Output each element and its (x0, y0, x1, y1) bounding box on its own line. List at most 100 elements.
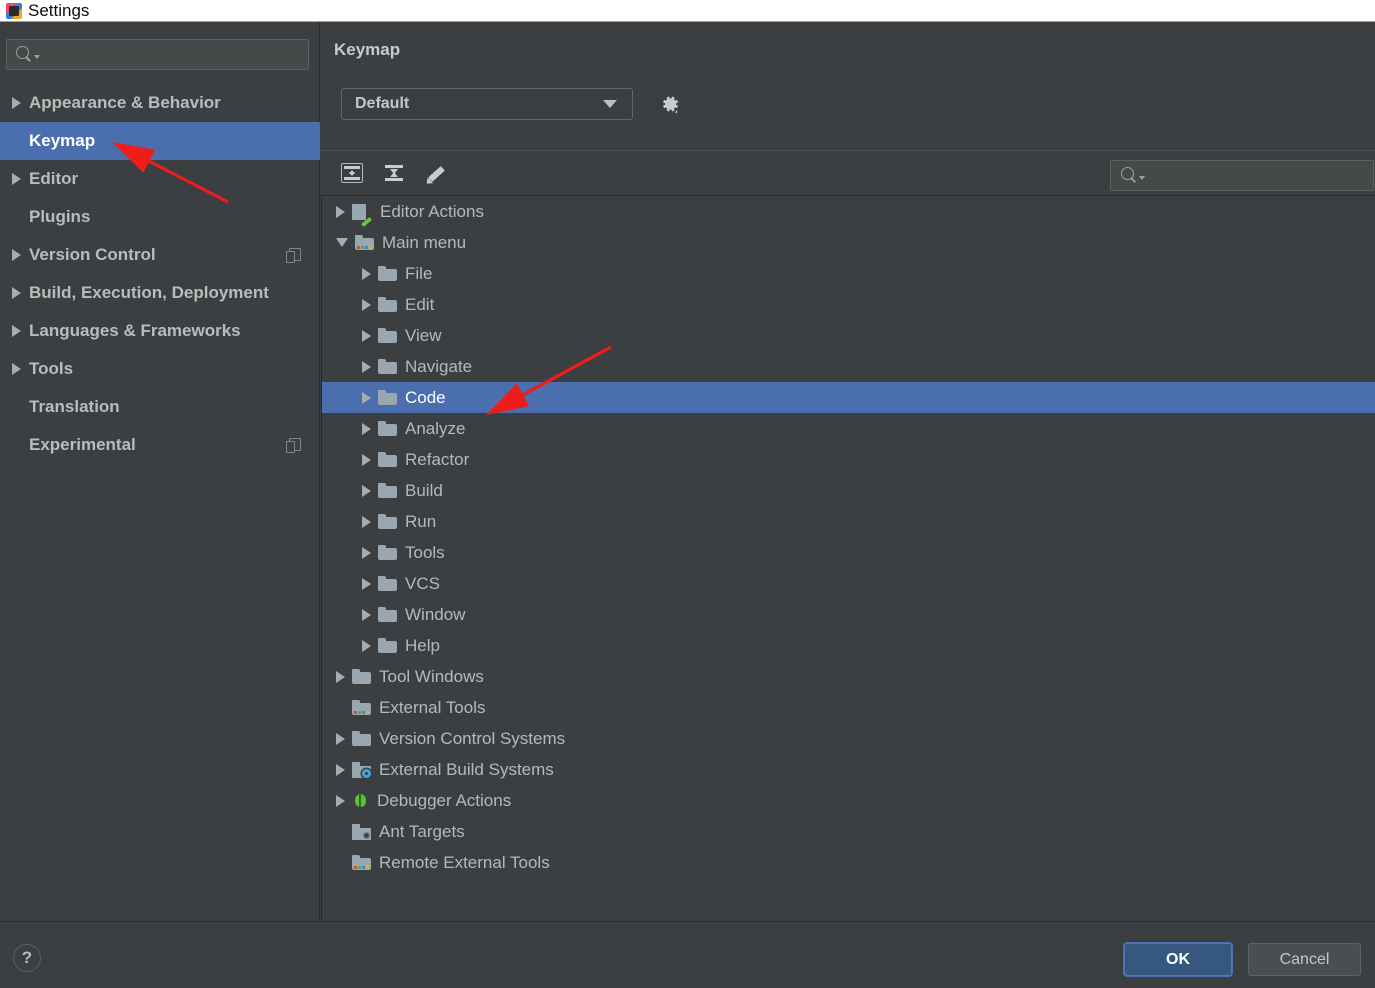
tree-row[interactable]: Main menu (322, 227, 1375, 258)
tree-row-label: Version Control Systems (379, 728, 566, 748)
keymap-settings-gear-button[interactable] (654, 88, 686, 120)
gear-icon (663, 96, 678, 114)
expand-all-icon (340, 162, 364, 184)
tree-row[interactable]: Debugger Actions (322, 785, 1375, 816)
folder-icon (378, 390, 397, 405)
sidebar-item-appearance-behavior[interactable]: Appearance & Behavior (0, 84, 320, 122)
tree-row[interactable]: Build (322, 475, 1375, 506)
window-titlebar: Settings (0, 0, 1375, 22)
tree-row[interactable]: Tools (322, 537, 1375, 568)
tree-row-label: Debugger Actions (377, 790, 512, 810)
tree-row-label: Tools (405, 542, 445, 562)
chevron-right-icon[interactable] (362, 608, 371, 621)
tree-row[interactable]: External Tools (322, 692, 1375, 723)
tree-row-label: Run (405, 511, 437, 531)
chevron-right-icon[interactable] (336, 732, 345, 745)
folder-icon (378, 297, 397, 312)
tree-row[interactable]: Refactor (322, 444, 1375, 475)
search-icon (1121, 167, 1145, 184)
chevron-right-icon[interactable] (362, 329, 371, 342)
sidebar-item-translation[interactable]: Translation (0, 388, 320, 426)
sidebar-item-tools[interactable]: Tools (0, 350, 320, 388)
tree-row[interactable]: Navigate (322, 351, 1375, 382)
tree-row[interactable]: Analyze (322, 413, 1375, 444)
edit-shortcut-button[interactable] (419, 156, 453, 190)
chevron-right-icon[interactable] (12, 325, 21, 337)
tree-row[interactable]: Editor Actions (322, 196, 1375, 227)
tree-row[interactable]: Window (322, 599, 1375, 630)
chevron-right-icon[interactable] (12, 173, 21, 185)
folder-icon (352, 731, 371, 746)
tree-row[interactable]: Version Control Systems (322, 723, 1375, 754)
tree-row-label: Edit (405, 294, 435, 314)
gear-folder-icon (352, 761, 371, 778)
expand-all-button[interactable] (335, 156, 369, 190)
tree-row-label: Help (405, 635, 440, 655)
chevron-right-icon[interactable] (336, 794, 345, 807)
chevron-right-icon[interactable] (12, 363, 21, 375)
help-button[interactable]: ? (13, 944, 41, 972)
sidebar-item-keymap[interactable]: Keymap (0, 122, 320, 160)
keymap-pane: Keymap Default Editor Actions Main menu … (321, 22, 1375, 920)
copy-settings-icon (286, 248, 301, 263)
copy-settings-icon (286, 438, 301, 453)
folder-icon (378, 638, 397, 653)
tree-row[interactable]: Code (322, 382, 1375, 413)
chevron-right-icon[interactable] (362, 267, 371, 280)
chevron-right-icon[interactable] (362, 391, 371, 404)
chevron-down-icon[interactable] (336, 238, 348, 247)
chevron-right-icon[interactable] (12, 287, 21, 299)
chevron-right-icon[interactable] (362, 484, 371, 497)
sidebar-item-version-control[interactable]: Version Control (0, 236, 320, 274)
settings-sidebar: Appearance & Behavior Keymap Editor Plugins… (0, 22, 320, 920)
cancel-button[interactable]: Cancel (1248, 943, 1361, 976)
tree-row[interactable]: View (322, 320, 1375, 351)
tree-row-label: Refactor (405, 449, 470, 469)
sidebar-search-input[interactable] (6, 39, 309, 70)
tree-row-label: Tool Windows (379, 666, 484, 686)
chevron-right-icon[interactable] (362, 515, 371, 528)
tree-row[interactable]: Help (322, 630, 1375, 661)
chevron-right-icon[interactable] (336, 205, 345, 218)
folder-icon (378, 607, 397, 622)
folder-icon (378, 483, 397, 498)
chevron-right-icon[interactable] (362, 422, 371, 435)
chevron-right-icon[interactable] (362, 639, 371, 652)
tree-row[interactable]: VCS (322, 568, 1375, 599)
sidebar-item-plugins[interactable]: Plugins (0, 198, 320, 236)
chevron-right-icon[interactable] (12, 97, 21, 109)
collapse-all-button[interactable] (377, 156, 411, 190)
tree-row[interactable]: Run (322, 506, 1375, 537)
sidebar-item-label: Version Control (29, 245, 156, 264)
chevron-right-icon[interactable] (362, 546, 371, 559)
sidebar-item-editor[interactable]: Editor (0, 160, 320, 198)
chevron-right-icon[interactable] (12, 249, 21, 261)
sidebar-item-label: Languages & Frameworks (29, 321, 241, 340)
sidebar-item-experimental[interactable]: Experimental (0, 426, 320, 464)
keymap-search-input[interactable] (1110, 160, 1374, 191)
keymap-actions-tree[interactable]: Editor Actions Main menu File Edit View Navig… (321, 195, 1375, 920)
tree-row-label: Main menu (382, 232, 467, 252)
settings-dialog: Appearance & Behavior Keymap Editor Plugins… (0, 22, 1375, 988)
tree-row[interactable]: External Build Systems (322, 754, 1375, 785)
tree-row[interactable]: Tool Windows (322, 661, 1375, 692)
tree-row-label: Ant Targets (379, 821, 465, 841)
tree-row-label: File (405, 263, 433, 283)
sidebar-item-languages-frameworks[interactable]: Languages & Frameworks (0, 312, 320, 350)
chevron-right-icon[interactable] (362, 298, 371, 311)
tree-row[interactable]: File (322, 258, 1375, 289)
chevron-right-icon[interactable] (336, 763, 345, 776)
keymap-select[interactable]: Default (341, 88, 633, 120)
chevron-right-icon[interactable] (362, 453, 371, 466)
sidebar-item-label: Experimental (29, 435, 136, 454)
folder-icon (378, 359, 397, 374)
ok-button[interactable]: OK (1124, 943, 1232, 976)
chevron-right-icon[interactable] (362, 577, 371, 590)
tree-row[interactable]: Remote External Tools (322, 847, 1375, 878)
sidebar-item-build-execution-deployment[interactable]: Build, Execution, Deployment (0, 274, 320, 312)
tree-row[interactable]: Edit (322, 289, 1375, 320)
chevron-right-icon[interactable] (336, 670, 345, 683)
dialog-footer: ? OK Cancel (0, 921, 1375, 988)
chevron-right-icon[interactable] (362, 360, 371, 373)
tree-row[interactable]: Ant Targets (322, 816, 1375, 847)
